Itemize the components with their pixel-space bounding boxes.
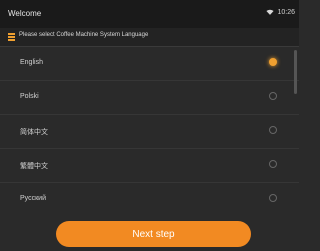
menu-icon[interactable] <box>8 33 15 41</box>
status-indicators: 10:26 <box>266 9 295 16</box>
language-list: English Polski 简体中文 繁體中文 Русский <box>0 47 299 217</box>
language-label: English <box>20 59 43 66</box>
language-option-russian[interactable]: Русский <box>0 183 299 217</box>
language-prompt-header: Please select Coffee Machine System Lang… <box>0 28 299 47</box>
status-bar: Welcome 10:26 <box>0 0 299 28</box>
radio-selected[interactable] <box>269 58 277 66</box>
wifi-icon <box>266 9 275 15</box>
language-label: 繁體中文 <box>20 163 48 170</box>
language-option-simplified-chinese[interactable]: 简体中文 <box>0 115 299 149</box>
language-option-polski[interactable]: Polski <box>0 81 299 115</box>
scrollbar[interactable] <box>294 50 297 94</box>
clock: 10:26 <box>277 9 295 16</box>
language-prompt: Please select Coffee Machine System Lang… <box>19 32 149 38</box>
page-title: Welcome <box>8 9 42 18</box>
radio-unselected[interactable] <box>269 92 277 100</box>
radio-unselected[interactable] <box>269 160 277 168</box>
language-label: 简体中文 <box>20 129 48 136</box>
language-option-english[interactable]: English <box>0 47 299 81</box>
next-step-button[interactable]: Next step <box>56 221 251 247</box>
radio-unselected[interactable] <box>269 126 277 134</box>
language-label: Polski <box>20 93 39 100</box>
language-option-traditional-chinese[interactable]: 繁體中文 <box>0 149 299 183</box>
language-label: Русский <box>20 195 46 202</box>
radio-unselected[interactable] <box>269 194 277 202</box>
